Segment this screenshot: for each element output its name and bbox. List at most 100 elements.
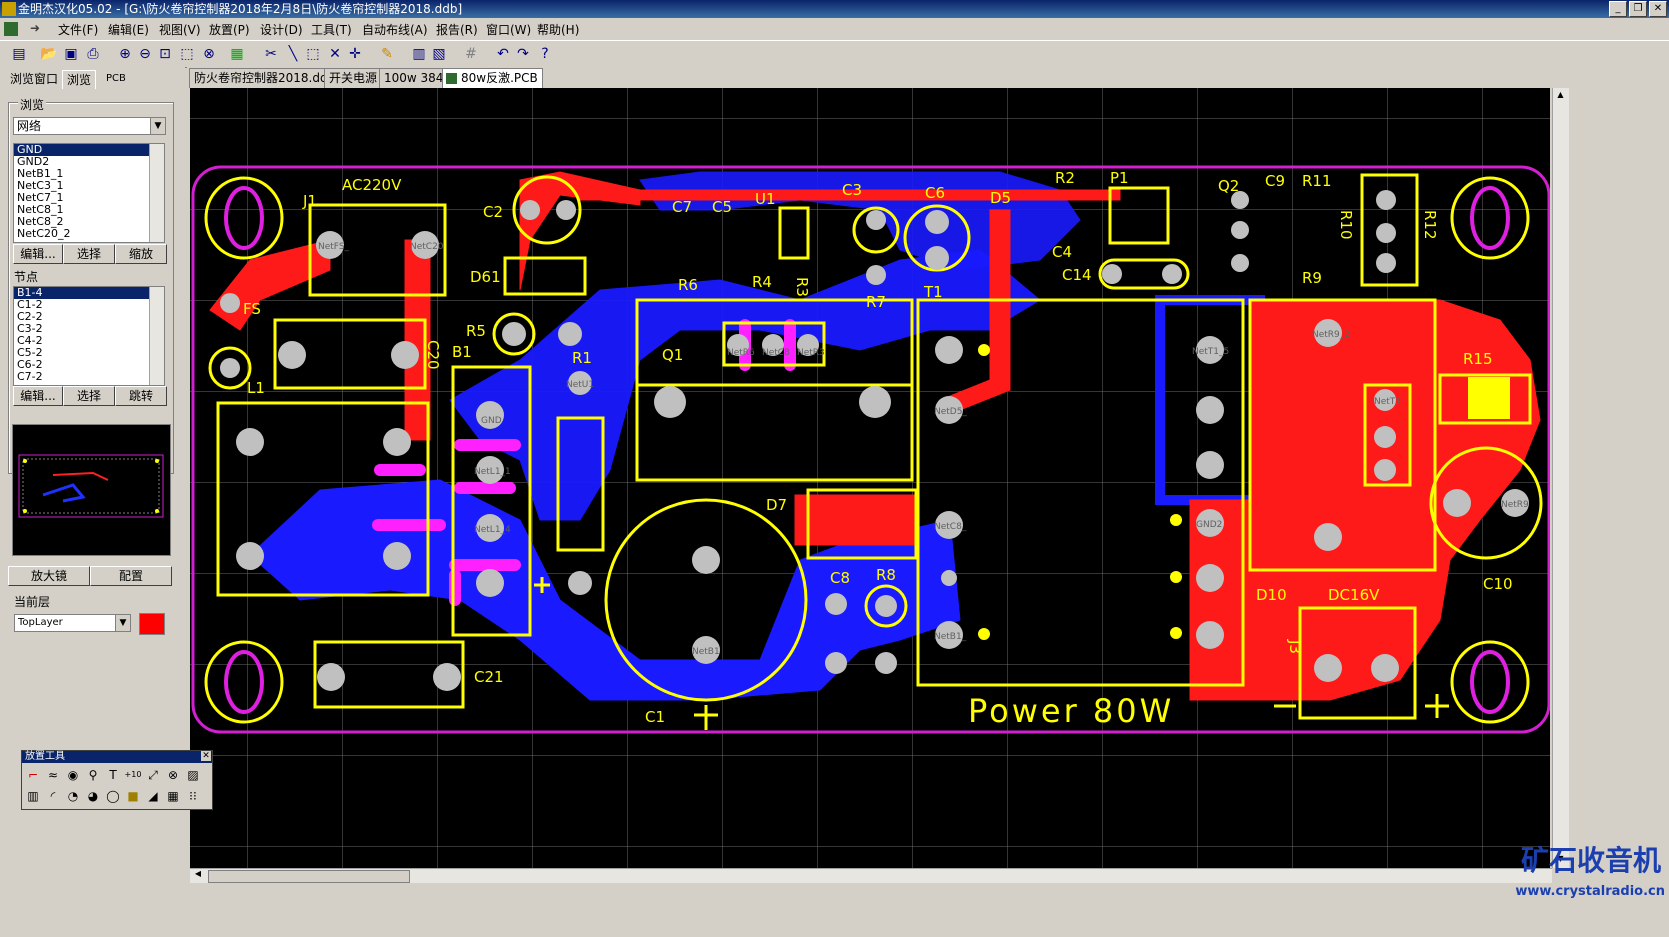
arc-edge-icon[interactable]: ◜ (44, 787, 62, 805)
list-item[interactable]: C7-2 (14, 371, 164, 383)
room-icon[interactable]: ▨ (184, 766, 202, 784)
menu-help[interactable]: 帮助(H) (537, 21, 579, 38)
menu-view[interactable]: 视图(V) (159, 21, 201, 38)
redo-icon[interactable]: ↷ (514, 45, 532, 63)
fill-icon[interactable]: ■ (124, 787, 142, 805)
via-icon[interactable]: ◉ (64, 766, 82, 784)
doc-icon[interactable] (4, 22, 18, 36)
split-plane-icon[interactable]: ▦ (164, 787, 182, 805)
print-icon[interactable]: ⎙ (84, 45, 102, 63)
node-list[interactable]: B1-4 C1-2 C2-2 C3-2 C4-2 C5-2 C6-2 C7-2 (13, 286, 165, 386)
label-l1: L1 (247, 379, 265, 397)
tab-80w-pcb[interactable]: 80w反激.PCB (442, 68, 543, 88)
close-button[interactable]: ✕ (1649, 1, 1667, 17)
restore-button[interactable]: ❐ (1629, 1, 1647, 17)
label-r11: R11 (1302, 172, 1332, 190)
nodes-label: 节点 (12, 268, 41, 285)
dimension-icon[interactable]: ⤢ (144, 766, 162, 784)
scroll-left-icon[interactable]: ◀ (192, 869, 204, 881)
project-tree-icon[interactable]: ▤ (10, 45, 28, 63)
origin-icon[interactable]: ⊗ (164, 766, 182, 784)
node-select-button[interactable]: 选择 (63, 386, 115, 406)
config-button[interactable]: 配置 (90, 566, 172, 586)
tab-switching-power[interactable]: 开关电源 (324, 68, 383, 88)
board-icon[interactable]: ▦ (228, 45, 246, 63)
browse-mode-select[interactable]: 网络 ▼ (13, 117, 166, 135)
node-list-scrollbar[interactable] (149, 287, 164, 385)
deselect-icon[interactable]: ✕ (326, 45, 344, 63)
watermark-brand: 矿石收音机 (1520, 844, 1661, 877)
menu-autoroute[interactable]: 自动布线(A) (362, 21, 428, 38)
tab-browse-window[interactable]: 浏览窗口 (6, 70, 62, 88)
undo-icon[interactable]: ↶ (494, 45, 512, 63)
label-j1: J1 (302, 192, 317, 210)
array-paste-icon[interactable]: ⁝⁝ (184, 787, 202, 805)
magnifier-button[interactable]: 放大镜 (8, 566, 90, 586)
current-layer-select[interactable]: TopLayer ▼ (14, 614, 131, 632)
full-circle-icon[interactable]: ◯ (104, 787, 122, 805)
vertical-scrollbar[interactable]: ▲ ▼ (1552, 88, 1569, 868)
zoom-area-icon[interactable]: ⬚ (178, 45, 196, 63)
close-icon[interactable]: ✕ (201, 751, 211, 761)
browse-lib-icon[interactable]: ▧ (430, 45, 448, 63)
route-icon[interactable]: ╲ (284, 45, 302, 63)
arc-any-icon[interactable]: ◕ (84, 787, 102, 805)
net-edit-button[interactable]: 编辑... (13, 244, 63, 264)
pad-net-r6: NetR6 (727, 348, 755, 358)
menu-file[interactable]: 文件(F) (58, 21, 98, 38)
zoom-in-icon[interactable]: ⊕ (116, 45, 134, 63)
arc-center-icon[interactable]: ◔ (64, 787, 82, 805)
zoom-fit-icon[interactable]: ⊡ (156, 45, 174, 63)
list-item[interactable]: NetC20_2 (14, 228, 164, 240)
pad-net-r9-2: NetR9_2 (1312, 330, 1350, 340)
move-icon[interactable]: ✛ (346, 45, 364, 63)
scroll-up-icon[interactable]: ▲ (1554, 90, 1567, 102)
minimize-button[interactable]: _ (1609, 1, 1627, 17)
select-area-icon[interactable]: ⬚ (304, 45, 322, 63)
cross-probe-icon[interactable]: ✂ (262, 45, 280, 63)
library-icon[interactable]: ▥ (410, 45, 428, 63)
pcb-canvas[interactable]: Power 80W AC220V J1 C2 D61 R5 C7 C5 U1 C… (190, 88, 1550, 868)
pad-net-b1b: NetB1 (692, 647, 720, 657)
help-icon[interactable]: ? (536, 45, 554, 63)
menu-window[interactable]: 窗口(W) (486, 21, 531, 38)
polygon-icon[interactable]: ◢ (144, 787, 162, 805)
label-r9: R9 (1302, 269, 1322, 287)
zoom-out-icon[interactable]: ⊖ (136, 45, 154, 63)
grid-icon[interactable]: # (462, 45, 480, 63)
node-edit-button[interactable]: 编辑... (13, 386, 63, 406)
open-icon[interactable]: 📂 (40, 45, 58, 63)
interactive-route-icon[interactable]: ⌐ (24, 766, 42, 784)
horizontal-scrollbar[interactable]: ◀ (190, 868, 1552, 883)
tab-pcb[interactable]: PCB (102, 70, 130, 88)
save-icon[interactable]: ▣ (62, 45, 80, 63)
net-select-button[interactable]: 选择 (63, 244, 115, 264)
pen-icon[interactable]: ✎ (378, 45, 396, 63)
hscroll-thumb[interactable] (208, 870, 410, 883)
track-icon[interactable]: ≈ (44, 766, 62, 784)
net-list-scrollbar[interactable] (149, 144, 164, 242)
zoom-last-icon[interactable]: ⊗ (200, 45, 218, 63)
net-zoom-button[interactable]: 缩放 (115, 244, 167, 264)
tab-ddb[interactable]: 防火卷帘控制器2018.ddb (189, 68, 341, 88)
pad-gnd: GND (481, 416, 502, 426)
board-minimap[interactable] (12, 424, 171, 556)
menu-place[interactable]: 放置(P) (209, 21, 250, 38)
text-icon[interactable]: T (104, 766, 122, 784)
label-fs: FS (243, 300, 261, 318)
label-c10: C10 (1483, 575, 1513, 593)
component-icon[interactable]: ▥ (24, 787, 42, 805)
arrow-icon[interactable]: ➜ (30, 21, 40, 35)
layer-color-swatch[interactable] (139, 613, 165, 635)
node-jump-button[interactable]: 跳转 (115, 386, 167, 406)
label-r15: R15 (1463, 350, 1493, 368)
net-list[interactable]: GND GND2 NetB1_1 NetC3_1 NetC7_1 NetC8_1… (13, 143, 165, 243)
menu-report[interactable]: 报告(R) (436, 21, 478, 38)
label-c7: C7 (672, 198, 692, 216)
menu-edit[interactable]: 编辑(E) (108, 21, 149, 38)
coordinate-icon[interactable]: +10 (124, 766, 142, 784)
tab-browse[interactable]: 浏览 (62, 70, 97, 89)
pad-icon[interactable]: ⚲ (84, 766, 102, 784)
menu-design[interactable]: 设计(D) (260, 21, 303, 38)
menu-tools[interactable]: 工具(T) (311, 21, 352, 38)
